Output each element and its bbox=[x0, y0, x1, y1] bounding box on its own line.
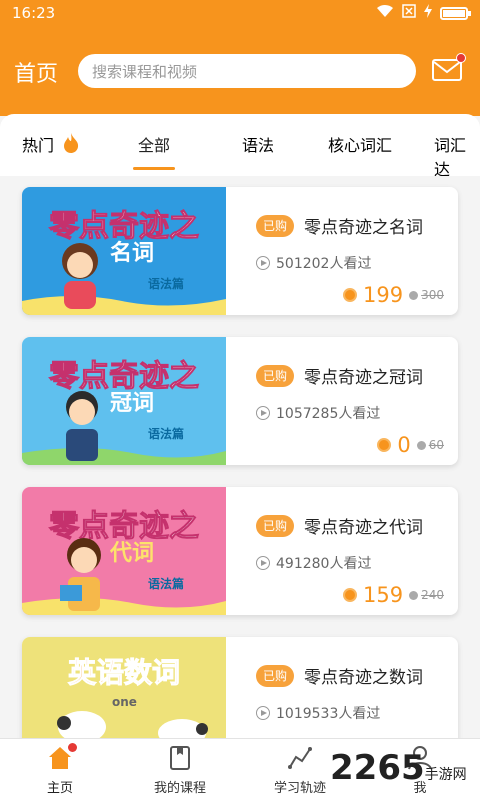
course-card[interactable]: 零点奇迹之 代词 语法篇 已购 零点奇迹之代词 491280人看过 159 24… bbox=[22, 487, 458, 615]
tab-core-vocab[interactable]: 核心词汇 bbox=[328, 132, 392, 172]
nav-my-courses[interactable]: 我的课程 bbox=[120, 739, 240, 800]
price-row: 199 300 bbox=[343, 283, 444, 307]
course-info: 已购 零点奇迹之名词 501202人看过 199 300 bbox=[256, 187, 452, 315]
thumb-subtitle: 名词 bbox=[110, 241, 155, 266]
tab-label: 热门 bbox=[22, 136, 55, 155]
coin-icon bbox=[409, 590, 419, 600]
coin-icon bbox=[343, 588, 357, 602]
purchased-badge: 已购 bbox=[256, 215, 294, 237]
mail-button[interactable] bbox=[432, 53, 466, 81]
original-price-text: 300 bbox=[421, 288, 444, 302]
view-count-text: 1057285人看过 bbox=[276, 406, 381, 422]
battery-icon bbox=[440, 6, 471, 20]
thumb-subtitle: 冠词 bbox=[110, 391, 155, 416]
course-card[interactable]: 零点奇迹之 名词 语法篇 已购 零点奇迹之名词 501202人看过 199 30… bbox=[22, 187, 458, 315]
category-tabs: 热门 全部 语法 核心词汇 词汇达 bbox=[0, 114, 480, 176]
notification-dot bbox=[456, 53, 466, 63]
original-price-text: 60 bbox=[428, 438, 444, 452]
course-thumbnail: 零点奇迹之 名词 语法篇 bbox=[22, 187, 226, 315]
course-thumbnail: 零点奇迹之 代词 语法篇 bbox=[22, 487, 226, 615]
home-icon bbox=[47, 743, 77, 771]
girl-illustration bbox=[62, 243, 98, 309]
tab-label: 全部 bbox=[138, 136, 171, 155]
charging-icon bbox=[424, 4, 432, 22]
ground-decoration bbox=[22, 598, 226, 615]
price: 199 bbox=[363, 283, 404, 307]
course-info: 已购 零点奇迹之代词 491280人看过 159 240 bbox=[256, 487, 452, 615]
thumb-tag: 语法篇 bbox=[148, 277, 185, 291]
watermark-site: 手游网 bbox=[424, 767, 467, 783]
boy-illustration bbox=[66, 391, 98, 461]
status-time: 16:23 bbox=[12, 4, 56, 22]
tab-hot[interactable]: 热门 bbox=[22, 132, 79, 172]
thumb-subtitle: 代词 bbox=[110, 541, 155, 566]
nav-home[interactable]: 主页 bbox=[0, 739, 120, 800]
no-sim-icon bbox=[402, 4, 416, 22]
course-info: 已购 零点奇迹之冠词 1057285人看过 0 60 bbox=[256, 337, 452, 465]
tab-label: 词汇达 bbox=[434, 136, 467, 176]
thumb-tag: 语法篇 bbox=[148, 577, 185, 591]
price: 159 bbox=[363, 583, 404, 607]
view-count: 501202人看过 bbox=[256, 253, 371, 273]
view-count-text: 501202人看过 bbox=[276, 256, 372, 272]
view-count: 1057285人看过 bbox=[256, 403, 380, 423]
nav-label: 主页 bbox=[46, 781, 73, 796]
price-row: 0 60 bbox=[377, 433, 444, 457]
flame-icon bbox=[63, 133, 79, 157]
tab-all[interactable]: 全部 bbox=[132, 132, 176, 172]
search-placeholder: 搜索课程和视频 bbox=[92, 62, 198, 81]
original-price: 300 bbox=[409, 288, 444, 302]
course-title: 零点奇迹之名词 bbox=[304, 218, 423, 238]
notification-dot bbox=[68, 743, 77, 752]
coin-icon bbox=[409, 290, 419, 300]
track-icon bbox=[287, 745, 313, 771]
view-count-text: 491280人看过 bbox=[276, 556, 372, 572]
view-count: 491280人看过 bbox=[256, 553, 371, 573]
tab-grammar[interactable]: 语法 bbox=[242, 132, 274, 172]
original-price: 240 bbox=[409, 588, 444, 602]
play-icon bbox=[256, 406, 270, 420]
view-count: 1019533人看过 bbox=[256, 703, 380, 723]
play-icon bbox=[256, 256, 270, 270]
coin-icon bbox=[343, 288, 357, 302]
nav-label: 我的课程 bbox=[153, 781, 206, 796]
course-title: 零点奇迹之冠词 bbox=[304, 368, 423, 388]
price-row: 159 240 bbox=[343, 583, 444, 607]
price: 0 bbox=[397, 433, 411, 457]
course-title: 零点奇迹之数词 bbox=[304, 668, 423, 688]
site-watermark: 2265手游网 bbox=[330, 748, 467, 788]
original-price-text: 240 bbox=[421, 588, 444, 602]
reading-girl-illustration bbox=[60, 538, 101, 611]
watermark-brand: 2265 bbox=[330, 748, 425, 788]
search-input[interactable]: 搜索课程和视频 bbox=[78, 54, 416, 88]
thumb-tag: 语法篇 bbox=[148, 427, 185, 441]
original-price: 60 bbox=[416, 438, 444, 452]
book-icon bbox=[167, 745, 193, 771]
course-thumbnail: 零点奇迹之 冠词 语法篇 bbox=[22, 337, 226, 465]
tab-label: 核心词汇 bbox=[328, 136, 393, 155]
status-bar: 16:23 bbox=[0, 0, 480, 26]
coin-icon bbox=[377, 438, 392, 452]
ground-decoration bbox=[22, 448, 226, 465]
tab-label: 语法 bbox=[242, 136, 275, 155]
purchased-badge: 已购 bbox=[256, 365, 294, 387]
thumb-title: 英语数词 bbox=[67, 656, 180, 690]
purchased-badge: 已购 bbox=[256, 665, 294, 687]
view-count-text: 1019533人看过 bbox=[276, 706, 381, 722]
page-title: 首页 bbox=[14, 62, 59, 87]
header: 首页 搜索课程和视频 bbox=[0, 26, 480, 116]
play-icon bbox=[256, 706, 270, 720]
coin-icon bbox=[416, 440, 426, 450]
wifi-icon bbox=[376, 4, 394, 22]
purchased-badge: 已购 bbox=[256, 515, 294, 537]
tab-vocab[interactable]: 词汇达 bbox=[434, 132, 480, 176]
course-title: 零点奇迹之代词 bbox=[304, 518, 423, 538]
course-card[interactable]: 零点奇迹之 冠词 语法篇 已购 零点奇迹之冠词 1057285人看过 0 60 bbox=[22, 337, 458, 465]
play-icon bbox=[256, 556, 270, 570]
